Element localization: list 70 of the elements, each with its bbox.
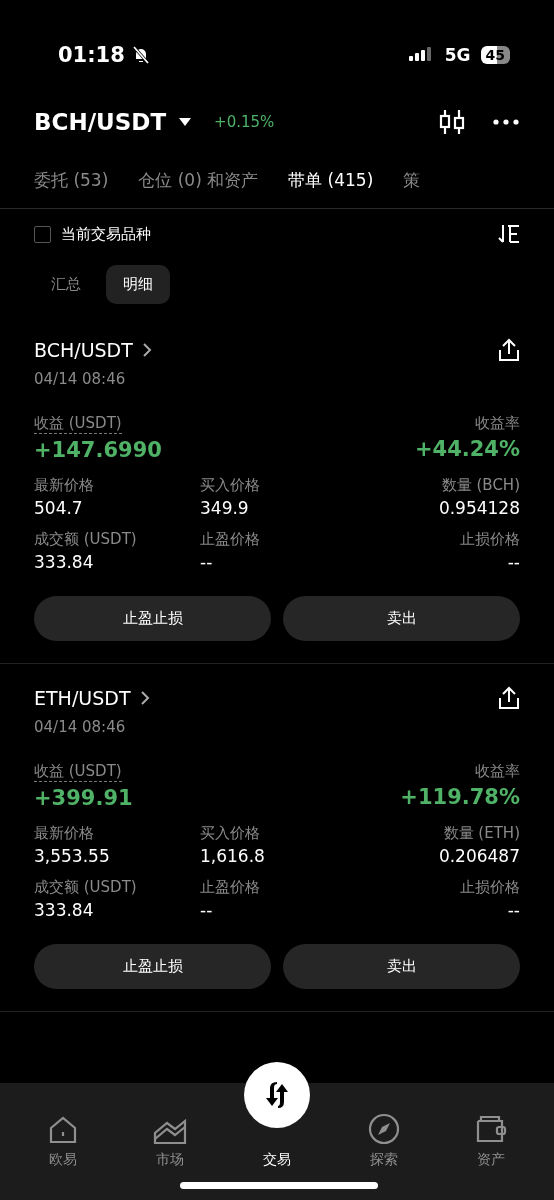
share-icon[interactable]	[498, 686, 520, 710]
field-label: 买入价格	[200, 476, 260, 495]
price-change: +0.15%	[214, 113, 275, 131]
chart-icon	[153, 1117, 188, 1145]
field-value: 0.954128	[438, 498, 520, 518]
chevron-right-icon[interactable]	[140, 691, 150, 705]
tab[interactable]: 仓位 (0) 和资产	[138, 168, 259, 192]
checkbox[interactable]	[34, 225, 51, 243]
nav-tab[interactable]: 市场	[125, 1097, 216, 1169]
rate-value: +44.24%	[414, 437, 520, 461]
rate-label: 收益率	[475, 414, 520, 433]
chevron-right-icon[interactable]	[142, 343, 152, 357]
more-icon[interactable]	[492, 118, 520, 126]
segment-tab[interactable]: 汇总	[34, 265, 98, 304]
pair-title[interactable]: BCH/USDT	[34, 109, 167, 135]
rate-label: 收益率	[475, 762, 520, 781]
wallet-icon	[474, 1115, 507, 1145]
field-label: 最新价格	[34, 476, 94, 495]
clock-time: 01:18	[58, 43, 125, 67]
compass-icon	[367, 1113, 400, 1145]
action-button[interactable]: 卖出	[283, 944, 520, 989]
tab[interactable]: 带单 (415)	[288, 168, 374, 192]
profit-label: 收益 (USDT)	[34, 414, 122, 434]
field-value: 1,616.8	[200, 846, 265, 866]
field-value: 0.206487	[438, 846, 520, 866]
checkbox-label[interactable]: 当前交易品种	[61, 224, 151, 244]
field-label: 成交额 (USDT)	[34, 878, 137, 897]
field-value: 333.84	[34, 900, 94, 920]
sort-icon[interactable]	[498, 224, 520, 244]
share-icon[interactable]	[498, 338, 520, 362]
order-time: 04/14 08:46	[34, 718, 126, 736]
tab[interactable]: 策	[403, 168, 421, 192]
field-label: 成交额 (USDT)	[34, 530, 137, 549]
pair-link[interactable]: BCH/USDT	[34, 339, 133, 361]
nav-tab[interactable]: 探索	[338, 1097, 429, 1169]
field-label: 止盈价格	[200, 530, 260, 549]
field-label: 数量 (BCH)	[441, 476, 520, 495]
action-button[interactable]: 止盈止损	[34, 944, 271, 989]
candlestick-icon[interactable]	[438, 108, 466, 136]
tab[interactable]: 委托 (53)	[34, 168, 109, 192]
field-value: 349.9	[200, 498, 249, 518]
field-label: 数量 (ETH)	[443, 824, 520, 843]
nav-tab[interactable]: 交易	[232, 1062, 322, 1169]
action-button[interactable]: 止盈止损	[34, 596, 271, 641]
field-value: 333.84	[34, 552, 94, 572]
field-label: 止损价格	[460, 530, 520, 549]
field-value: 504.7	[34, 498, 83, 518]
battery-level: 45	[480, 46, 510, 64]
network-label: 5G	[444, 45, 471, 65]
field-label: 止损价格	[460, 878, 520, 897]
profit-label: 收益 (USDT)	[34, 762, 122, 782]
nav-tab[interactable]: 资产	[445, 1097, 536, 1169]
field-label: 止盈价格	[200, 878, 260, 897]
field-value: --	[200, 900, 213, 920]
nav-tab[interactable]: 欧易	[18, 1097, 109, 1169]
profit-value: +147.6990	[34, 438, 162, 462]
dropdown-caret-icon[interactable]	[178, 117, 193, 127]
field-value: 3,553.55	[34, 846, 110, 866]
profit-value: +399.91	[34, 786, 133, 810]
order-time: 04/14 08:46	[34, 370, 126, 388]
pair-link[interactable]: ETH/USDT	[34, 687, 131, 709]
field-label: 最新价格	[34, 824, 94, 843]
field-value: --	[200, 552, 213, 572]
field-value: --	[507, 552, 520, 572]
field-value: --	[507, 900, 520, 920]
house-icon	[48, 1115, 79, 1145]
field-label: 买入价格	[200, 824, 260, 843]
rate-value: +119.78%	[400, 785, 520, 809]
action-button[interactable]: 卖出	[283, 596, 520, 641]
segment-tab[interactable]: 明细	[106, 265, 170, 304]
